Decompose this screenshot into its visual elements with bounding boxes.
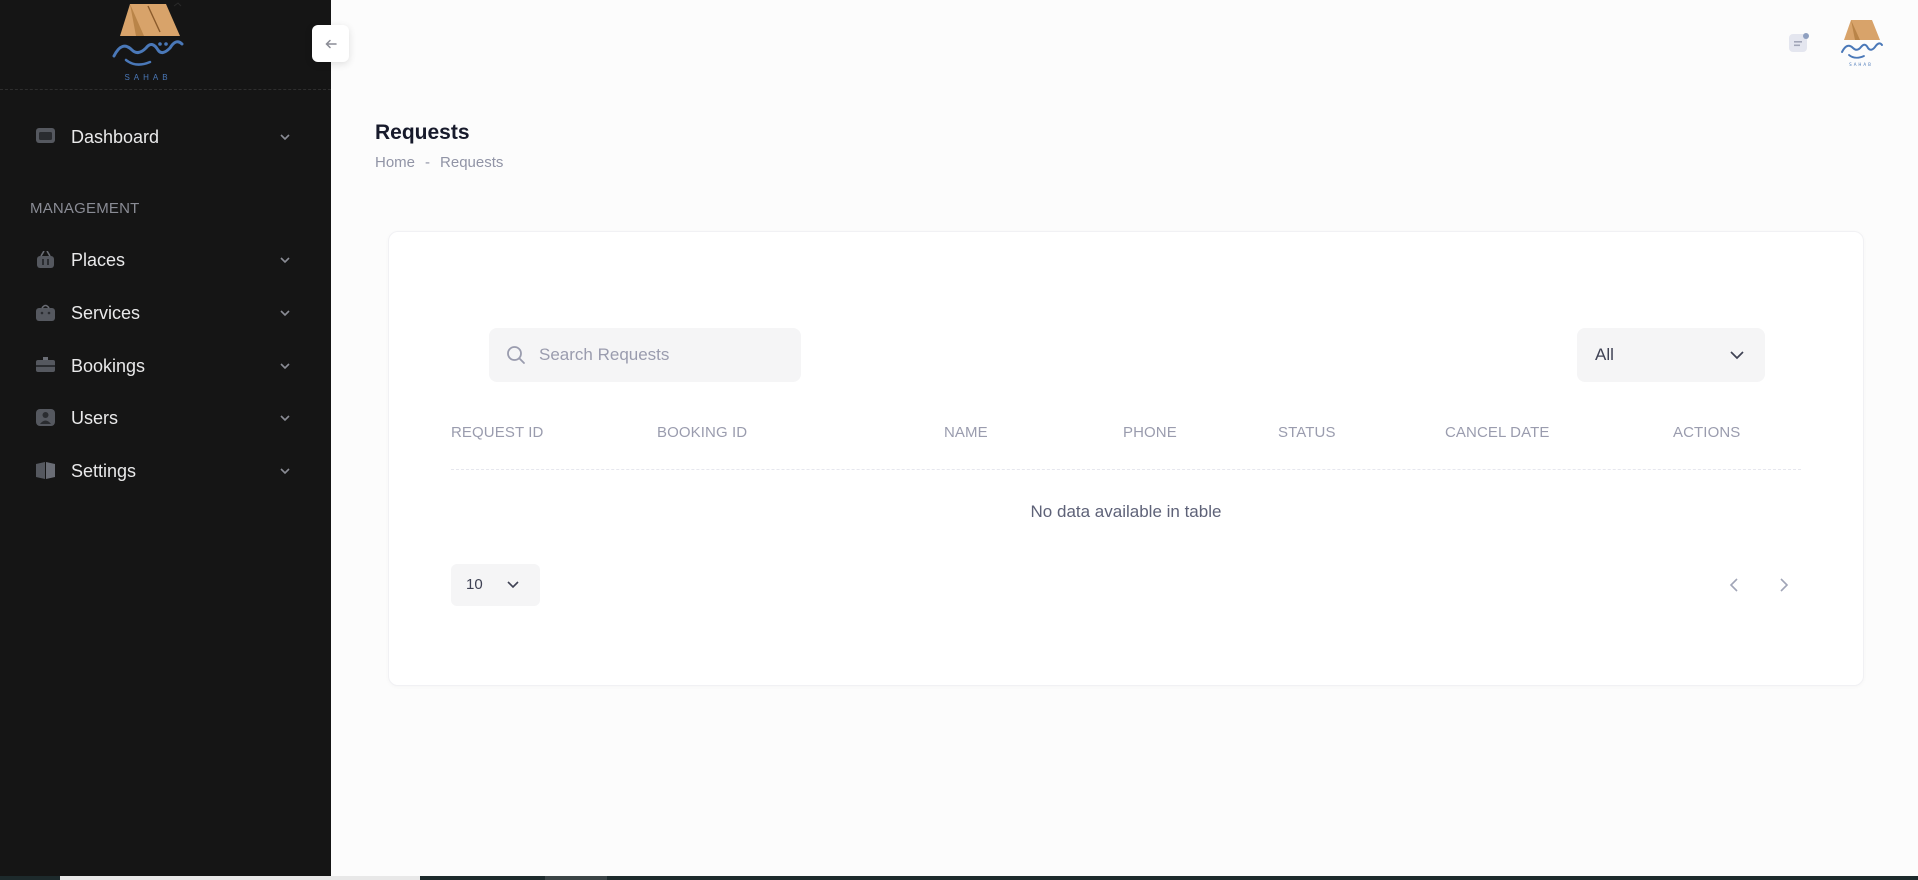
breadcrumb-current: Requests [440, 154, 504, 171]
sidebar-item-label: Users [71, 408, 119, 428]
column-header-cancel-date[interactable]: CANCEL DATE [1445, 424, 1549, 441]
search-input[interactable] [539, 328, 789, 382]
table-header: REQUEST ID BOOKING ID NAME PHONE STATUS … [451, 424, 1801, 470]
chevron-down-icon [280, 468, 290, 475]
column-header-phone[interactable]: PHONE [1123, 424, 1177, 441]
sidebar-item-users[interactable]: Users [0, 398, 331, 438]
sidebar-item-settings[interactable]: Settings [0, 451, 331, 491]
sahab-logo[interactable]: SAHAB [108, 0, 188, 86]
table-empty-message: No data available in table [1030, 502, 1222, 521]
chevron-left-icon [1729, 578, 1738, 592]
window-bottom-strip [0, 876, 1918, 880]
sidebar: SAHAB Dashboard MANAGEMENT Places Servic… [0, 0, 331, 876]
briefcase-icon [36, 357, 55, 372]
logo-area: SAHAB [0, 0, 331, 90]
sidebar-item-bookings[interactable]: Bookings [0, 346, 331, 386]
column-header-status[interactable]: STATUS [1278, 424, 1336, 441]
logo-wordmark: SAHAB [124, 73, 172, 82]
sidebar-item-label: Settings [71, 461, 137, 481]
sidebar-item-label: Places [71, 250, 126, 270]
column-header-actions: ACTIONS [1673, 424, 1741, 441]
sidebar-item-label: Services [71, 303, 141, 323]
search-box[interactable] [489, 328, 801, 382]
dashboard-icon [36, 128, 55, 143]
chevron-down-icon [507, 581, 519, 589]
pagination-previous-button[interactable] [1722, 573, 1746, 597]
sidebar-item-label: Bookings [71, 356, 146, 376]
sidebar-item-label: Dashboard [71, 127, 160, 147]
arrow-left-icon [324, 39, 337, 48]
section-heading-management: MANAGEMENT [30, 200, 140, 217]
chevron-down-icon [280, 134, 290, 141]
page-title: Requests [375, 121, 470, 144]
sidebar-item-dashboard[interactable]: Dashboard [0, 117, 331, 157]
page-size-select[interactable]: 10 [451, 564, 540, 606]
requests-card: All REQUEST ID BOOKING ID NAME PHONE STA… [388, 231, 1864, 686]
strip-segment [60, 876, 420, 880]
chevron-down-icon [280, 257, 290, 264]
chevron-down-icon [280, 415, 290, 422]
book-icon [36, 462, 55, 479]
column-header-booking-id[interactable]: BOOKING ID [657, 424, 747, 441]
pagination-next-button[interactable] [1772, 573, 1796, 597]
sidebar-collapse-button[interactable] [312, 25, 349, 62]
search-icon [507, 346, 525, 364]
notifications-button[interactable] [1789, 33, 1809, 53]
chevron-right-icon [1780, 578, 1789, 592]
breadcrumb-separator: - [425, 154, 431, 171]
basket-icon [37, 251, 54, 268]
sidebar-item-services[interactable]: Services [0, 293, 331, 333]
breadcrumb-home-link[interactable]: Home [375, 154, 415, 171]
chevron-down-icon [280, 363, 290, 370]
breadcrumb: Home - Requests [375, 154, 503, 171]
column-header-request-id[interactable]: REQUEST ID [451, 424, 543, 441]
svg-text:SAHAB: SAHAB [1849, 62, 1873, 67]
status-filter-select[interactable]: All [1577, 328, 1765, 382]
page-size-value: 10 [466, 576, 483, 593]
bag-icon [36, 304, 55, 321]
column-header-name[interactable]: NAME [944, 424, 988, 441]
strip-segment [545, 876, 607, 880]
chevron-down-icon [280, 310, 290, 317]
message-icon [1789, 33, 1809, 52]
status-filter-value: All [1595, 345, 1614, 364]
sidebar-item-places[interactable]: Places [0, 240, 331, 280]
chevron-down-icon [1730, 351, 1744, 360]
user-icon [36, 409, 55, 426]
user-avatar[interactable]: SAHAB [1838, 16, 1884, 68]
